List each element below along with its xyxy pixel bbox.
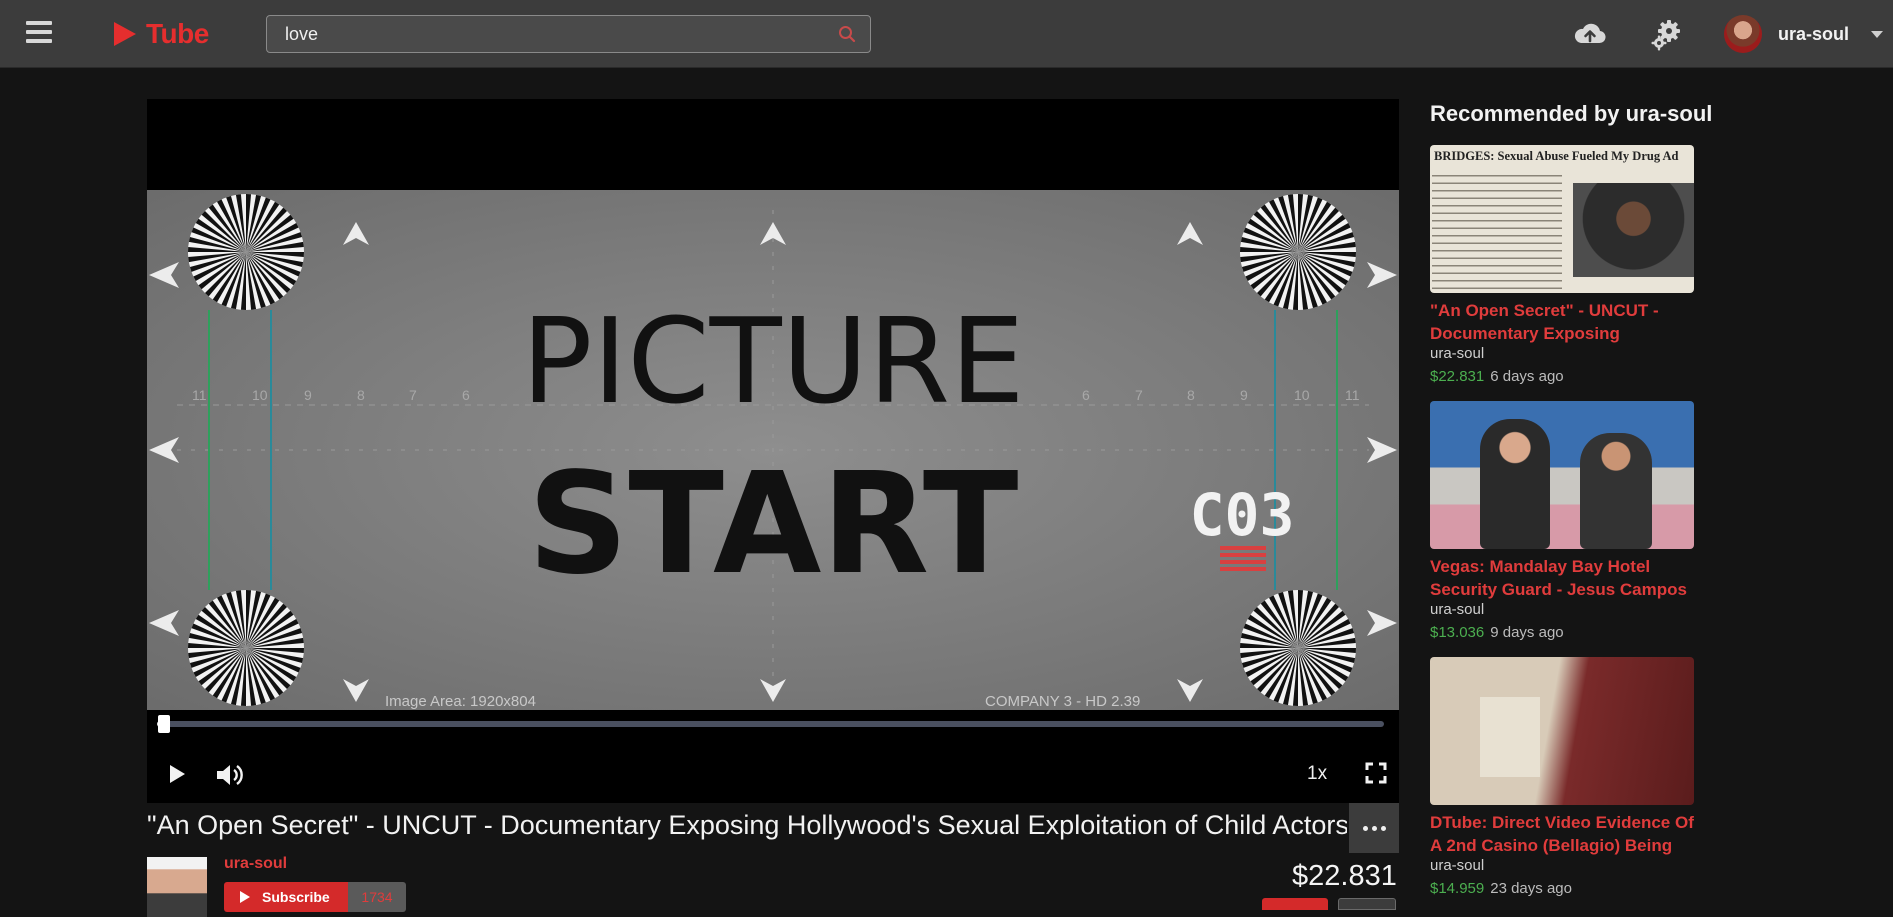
thumb-person-right	[1580, 433, 1652, 549]
progress-bar[interactable]	[157, 715, 1384, 733]
recommended-thumbnail[interactable]	[1430, 401, 1694, 549]
recommended-age: 9 days ago	[1490, 624, 1564, 641]
video-player[interactable]: 11 10 9 8 7 6 6 7 8 9 10 11 PICTURE STAR…	[147, 99, 1399, 803]
fullscreen-icon[interactable]	[1365, 762, 1387, 784]
username: ura-soul	[1778, 23, 1850, 44]
recommended-amount: $14.959	[1430, 880, 1485, 897]
logo-play-icon	[114, 22, 136, 46]
recommended-title[interactable]: "An Open Secret" - UNCUT - Documentary E…	[1430, 299, 1694, 345]
thumb-person-left	[1480, 419, 1550, 549]
caret-down-icon	[1871, 30, 1884, 38]
menu-icon[interactable]	[26, 21, 52, 45]
recommended-age: 23 days ago	[1490, 880, 1572, 897]
recommended-amount: $22.831	[1430, 368, 1485, 385]
logo[interactable]: Tube	[114, 16, 209, 52]
recommended-amount: $13.036	[1430, 624, 1485, 641]
frame-scale-number: 9	[1240, 387, 1248, 403]
frame-scale-number: 11	[192, 387, 207, 403]
upload-cloud-icon[interactable]	[1572, 16, 1608, 52]
frame-scale-number: 6	[462, 387, 470, 403]
upvote-button[interactable]	[1262, 898, 1328, 910]
recommended-heading: Recommended by ura-soul	[1430, 101, 1713, 126]
subscriber-count: 1734	[348, 882, 406, 912]
frame-scale-number: 10	[1294, 387, 1310, 403]
recommended-thumbnail[interactable]	[1430, 657, 1694, 805]
thumb-photo	[1573, 183, 1694, 277]
user-menu[interactable]: ura-soul	[1724, 14, 1884, 54]
frame-scale-number: 9	[304, 387, 312, 403]
recommended-age: 6 days ago	[1490, 368, 1564, 385]
playback-speed[interactable]: 1x	[1307, 763, 1327, 785]
subscribe-label: Subscribe	[262, 889, 330, 905]
recommended-author[interactable]: ura-soul	[1430, 857, 1694, 874]
avatar	[1724, 15, 1762, 53]
starburst-chart	[188, 590, 304, 706]
volume-icon[interactable]	[215, 762, 245, 788]
subscribe-play-icon	[240, 891, 250, 903]
recommended-item[interactable]: Vegas: Mandalay Bay Hotel Security Guard…	[1430, 401, 1694, 641]
more-icon[interactable]	[1349, 803, 1399, 853]
starburst-chart	[188, 194, 304, 310]
frame-caption-right: COMPANY 3 - HD 2.39	[985, 693, 1140, 710]
frame-scale-number: 6	[1082, 387, 1090, 403]
recommended-author[interactable]: ura-soul	[1430, 601, 1694, 618]
recommended-item[interactable]: BRIDGES: Sexual Abuse Fueled My Drug Ad …	[1430, 145, 1694, 385]
progress-handle[interactable]	[158, 715, 170, 733]
top-bar: Tube ura-soul	[0, 0, 1893, 68]
starburst-chart	[1240, 590, 1356, 706]
recommended-item[interactable]: DTube: Direct Video Evidence Of A 2nd Ca…	[1430, 657, 1694, 897]
recommended-author[interactable]: ura-soul	[1430, 345, 1694, 362]
recommended-title[interactable]: Vegas: Mandalay Bay Hotel Security Guard…	[1430, 555, 1694, 601]
play-icon[interactable]	[165, 762, 189, 786]
frame-start-text: START	[528, 443, 1019, 606]
logo-text: Tube	[146, 18, 209, 49]
frame-caption-left: Image Area: 1920x804	[385, 693, 536, 710]
recommended-title[interactable]: DTube: Direct Video Evidence Of A 2nd Ca…	[1430, 811, 1694, 857]
video-payout: $22.831	[1292, 860, 1397, 892]
search-icon[interactable]	[838, 25, 856, 43]
frame-scale-number: 10	[252, 387, 268, 403]
picture-start-frame: 11 10 9 8 7 6 6 7 8 9 10 11 PICTURE STAR…	[147, 190, 1399, 710]
frame-scale-number: 8	[357, 387, 365, 403]
thumb-article-text	[1432, 169, 1562, 289]
starburst-chart	[1240, 194, 1356, 310]
thumb-blur	[1480, 697, 1540, 777]
frame-scale-number: 7	[409, 387, 417, 403]
channel-avatar[interactable]	[147, 857, 207, 917]
channel-name[interactable]: ura-soul	[224, 855, 287, 873]
frame-scale-number: 7	[1135, 387, 1143, 403]
video-title: "An Open Secret" - UNCUT - Documentary E…	[147, 810, 1347, 840]
frame-badge-text: C03	[1190, 481, 1295, 549]
recommended-thumbnail[interactable]: BRIDGES: Sexual Abuse Fueled My Drug Ad	[1430, 145, 1694, 293]
frame-scale-number: 8	[1187, 387, 1195, 403]
downvote-button[interactable]	[1338, 898, 1396, 910]
thumb-headline: BRIDGES: Sexual Abuse Fueled My Drug Ad	[1434, 149, 1679, 163]
frame-picture-text: PICTURE	[521, 292, 1024, 430]
frame-scale-number: 11	[1345, 387, 1360, 403]
video-frame[interactable]: 11 10 9 8 7 6 6 7 8 9 10 11 PICTURE STAR…	[147, 190, 1399, 710]
search-box	[266, 15, 871, 53]
search-input[interactable]	[267, 16, 822, 52]
subscribe-button[interactable]: Subscribe 1734	[224, 882, 406, 912]
gear-icon[interactable]	[1648, 16, 1684, 52]
